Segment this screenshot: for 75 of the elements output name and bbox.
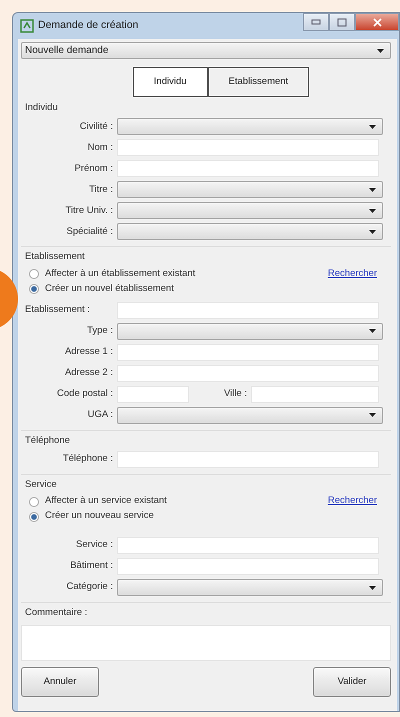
field-label: UGA :	[86, 408, 114, 422]
dropdown[interactable]	[117, 406, 383, 424]
tab[interactable]: Etablissement	[208, 67, 310, 97]
caret-icon	[369, 208, 376, 213]
field-label: Bâtiment :	[69, 559, 114, 574]
radio-button[interactable]	[29, 269, 39, 279]
field-label: Nom :	[86, 140, 114, 155]
caret-icon	[369, 124, 376, 129]
input-field[interactable]	[117, 558, 379, 575]
field-label: Code postal :	[56, 386, 114, 401]
dropdown[interactable]	[117, 118, 383, 136]
maximize-button[interactable]	[329, 13, 355, 31]
field-label: Civilité :	[78, 120, 114, 134]
dialog-button[interactable]: Annuler	[21, 667, 99, 698]
field-label: Etablissement :	[24, 302, 91, 317]
caret-icon	[377, 48, 384, 52]
caret-icon	[369, 329, 376, 333]
close-button[interactable]	[355, 13, 399, 31]
input-field[interactable]	[117, 139, 379, 156]
option-label: Affecter à un service existant	[45, 494, 167, 508]
section-title: Etablissement	[25, 250, 85, 264]
caret-icon	[369, 586, 376, 590]
search-link[interactable]: Rechercher	[328, 266, 377, 296]
caret-icon	[369, 188, 376, 192]
field-label: Titre :	[88, 182, 114, 197]
field-label: Service :	[75, 538, 114, 552]
field-label: Commentaire :	[25, 606, 88, 620]
field-label: Adresse 2 :	[64, 366, 114, 380]
field-label: Ville :	[222, 386, 248, 401]
radio-option[interactable]: Créer un nouvel établissement	[21, 282, 328, 296]
input-field[interactable]	[117, 450, 379, 468]
option-label: Affecter à un établissement existant	[45, 266, 196, 281]
input-field[interactable]	[117, 160, 379, 178]
input-field[interactable]	[117, 364, 379, 382]
dropdown[interactable]	[117, 223, 383, 240]
section-title: Téléphone	[25, 434, 70, 448]
radio-button[interactable]	[29, 284, 39, 294]
app-icon	[20, 19, 34, 33]
field-label: Prénom :	[73, 162, 114, 176]
dropdown[interactable]	[117, 202, 383, 220]
section-title: Service	[25, 478, 57, 492]
dropdown[interactable]	[117, 579, 383, 596]
radio-button[interactable]	[29, 512, 39, 522]
minimize-icon	[311, 19, 321, 25]
search-link[interactable]: Rechercher	[328, 494, 377, 524]
field-label: Téléphone :	[62, 452, 114, 466]
dropdown[interactable]	[117, 322, 383, 340]
input-field[interactable]	[251, 386, 379, 402]
radio-option[interactable]: Affecter à un service existant	[21, 494, 328, 509]
close-icon	[372, 18, 382, 26]
input-field[interactable]	[117, 344, 379, 360]
radio-option[interactable]: Créer un nouveau service	[21, 509, 328, 524]
field-label: Spécialité :	[66, 224, 114, 239]
input-field[interactable]	[117, 537, 379, 554]
field-label: Adresse 1 :	[64, 344, 114, 359]
section-title: Individu	[25, 101, 58, 115]
minimize-button[interactable]	[303, 13, 329, 31]
tab[interactable]: Individu	[132, 67, 208, 97]
input-field[interactable]	[117, 386, 189, 402]
radio-option[interactable]: Affecter à un établissement existant	[21, 266, 328, 282]
option-label: Créer un nouveau service	[45, 509, 154, 524]
comment-field[interactable]	[21, 625, 391, 662]
field-label: Catégorie :	[66, 580, 114, 594]
dropdown[interactable]: Nouvelle demande	[21, 42, 391, 59]
option-label: Créer un nouvel établissement	[45, 282, 174, 296]
maximize-icon	[337, 18, 347, 26]
field-label: Type :	[86, 324, 114, 338]
radio-button[interactable]	[29, 496, 39, 506]
input-field[interactable]	[117, 302, 379, 318]
dialog-button[interactable]: Valider	[313, 667, 391, 698]
dropdown[interactable]	[117, 181, 383, 198]
window-title: Demande de création	[38, 18, 138, 34]
field-label: Titre Univ. :	[64, 204, 114, 218]
caret-icon	[369, 230, 376, 234]
caret-icon	[369, 413, 376, 417]
